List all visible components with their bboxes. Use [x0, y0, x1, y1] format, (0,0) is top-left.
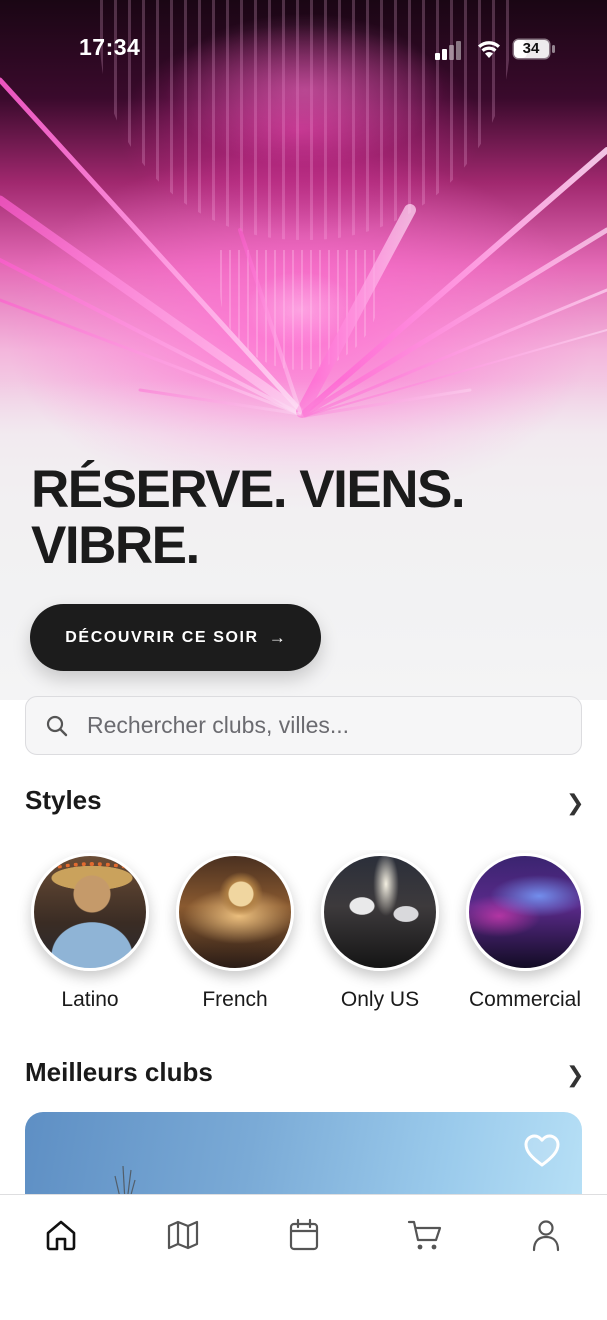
search-icon	[46, 715, 68, 736]
discover-tonight-button[interactable]: DÉCOUVRIR CE SOIR →	[30, 604, 321, 671]
styles-chevron-right-icon[interactable]: ❯	[566, 790, 584, 816]
cart-icon	[407, 1220, 442, 1250]
style-item-latino[interactable]: Latino	[15, 850, 165, 1012]
search-bar[interactable]	[25, 696, 582, 755]
best-clubs-chevron-right-icon[interactable]: ❯	[566, 1062, 584, 1088]
cta-label: DÉCOUVRIR CE SOIR	[65, 628, 259, 646]
battery-level: 34	[522, 40, 540, 57]
user-icon	[532, 1220, 560, 1252]
calendar-icon	[289, 1218, 319, 1251]
style-label: Only US	[340, 988, 420, 1011]
styles-carousel[interactable]: Latino French Only US Commercial	[0, 850, 607, 1020]
style-image-latino	[31, 853, 149, 971]
style-item-only-us[interactable]: Only US	[305, 850, 455, 1012]
arrow-right-icon: →	[268, 627, 286, 647]
map-icon	[167, 1220, 199, 1250]
hero-headline: RÉSERVE. VIENS. VIBRE.	[31, 462, 591, 574]
tab-cart[interactable]	[403, 1213, 447, 1257]
tab-home[interactable]	[39, 1213, 83, 1257]
tab-map[interactable]	[161, 1213, 205, 1257]
tab-bar	[0, 1194, 607, 1320]
style-label: Latino	[61, 988, 119, 1011]
style-label: Commercial	[468, 988, 581, 1011]
headline-line-2: VIBRE.	[31, 516, 200, 575]
wifi-icon	[478, 41, 500, 58]
headline-line-1: RÉSERVE. VIENS.	[31, 460, 466, 519]
style-item-commercial[interactable]: Commercial	[450, 850, 600, 1012]
style-image-only-us	[321, 853, 439, 971]
tab-profile[interactable]	[524, 1213, 568, 1257]
signal-icon	[435, 41, 461, 60]
search-input[interactable]	[87, 712, 547, 739]
style-label: French	[202, 988, 268, 1011]
style-image-commercial	[466, 853, 584, 971]
best-clubs-section-title: Meilleurs clubs	[25, 1057, 213, 1087]
status-time: 17:34	[79, 34, 141, 60]
home-icon	[46, 1220, 76, 1251]
tab-calendar[interactable]	[282, 1213, 326, 1257]
favorite-heart-icon[interactable]	[523, 1133, 561, 1169]
status-bar: 17:34 34	[0, 0, 607, 100]
styles-section-title: Styles	[25, 785, 102, 815]
hero-banner	[0, 0, 607, 700]
style-item-french[interactable]: French	[160, 850, 310, 1012]
style-image-french	[176, 853, 294, 971]
